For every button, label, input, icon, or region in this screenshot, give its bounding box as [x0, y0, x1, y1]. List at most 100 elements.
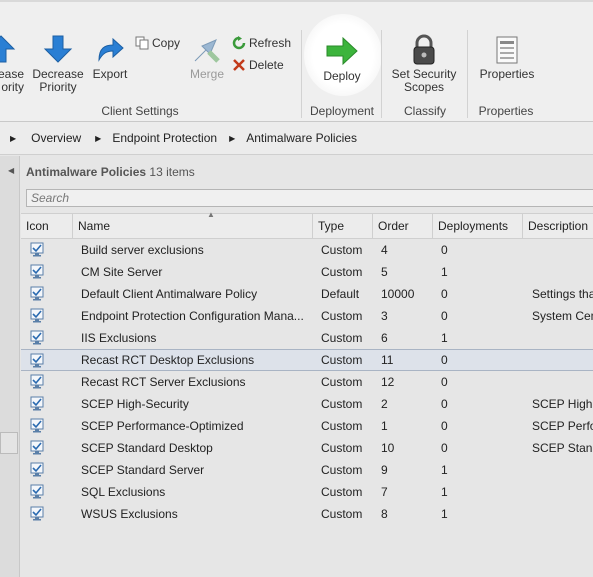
cell-type: Custom [321, 397, 363, 411]
breadcrumb-item-endpoint-protection[interactable]: ▶ Endpoint Protection [95, 131, 217, 145]
properties-label: Properties [479, 67, 535, 81]
cell-type: Custom [321, 243, 363, 257]
breadcrumb-item-antimalware-policies[interactable]: ▶ Antimalware Policies [229, 131, 357, 145]
pane-tab[interactable] [0, 432, 18, 454]
table-row[interactable]: Recast RCT Server Exclusions Custom 12 0 [21, 371, 593, 393]
collapse-pane-icon[interactable]: ◀ [8, 166, 14, 175]
policy-check-icon [30, 264, 44, 279]
breadcrumb-item-overview[interactable]: Overview [31, 131, 81, 145]
column-header-name[interactable]: Name [73, 214, 313, 238]
cell-name: CM Site Server [81, 265, 163, 279]
cell-order: 9 [381, 463, 388, 477]
cell-deployments: 0 [441, 287, 448, 301]
policy-grid: ▲ Icon Name Type Order Deployments Descr… [21, 210, 593, 525]
table-row[interactable]: Build server exclusions Custom 4 0 [21, 239, 593, 261]
table-row[interactable]: Recast RCT Desktop Exclusions Custom 11 0 [21, 349, 593, 371]
delete-label: Delete [249, 58, 284, 72]
table-row[interactable]: Default Client Antimalware Policy Default… [21, 283, 593, 305]
cell-type: Custom [321, 375, 363, 389]
cell-order: 8 [381, 507, 388, 521]
refresh-button[interactable]: Refresh [232, 36, 291, 50]
table-row[interactable]: WSUS Exclusions Custom 8 1 [21, 503, 593, 525]
cell-description [532, 239, 593, 261]
column-header-deployments[interactable]: Deployments [433, 214, 523, 238]
cell-deployments: 1 [441, 265, 448, 279]
policy-check-icon [30, 396, 44, 411]
cell-order: 12 [381, 375, 395, 389]
chevron-right-icon: ▶ [229, 133, 236, 143]
cell-order: 10 [381, 441, 395, 455]
cell-deployments: 0 [441, 243, 448, 257]
column-header-order[interactable]: Order [373, 214, 433, 238]
cell-deployments: 1 [441, 331, 448, 345]
down-arrow-icon [43, 35, 73, 63]
cell-type: Custom [321, 309, 363, 323]
grid-header: ▲ Icon Name Type Order Deployments Descr… [21, 210, 593, 239]
cell-name: Recast RCT Server Exclusions [81, 375, 246, 389]
cell-description [532, 261, 593, 283]
cell-name: IIS Exclusions [81, 331, 157, 345]
cell-order: 4 [381, 243, 388, 257]
breadcrumb-label: Overview [31, 131, 82, 145]
search-input[interactable]: Search [26, 189, 593, 207]
cell-name: Build server exclusions [81, 243, 204, 257]
grid-body: Build server exclusions Custom 4 0 CM Site S… [21, 239, 593, 525]
policy-check-icon [30, 462, 44, 477]
properties-sheet-icon [496, 36, 518, 64]
refresh-icon [232, 36, 246, 50]
table-row[interactable]: SQL Exclusions Custom 7 1 [21, 481, 593, 503]
merge-button[interactable]: Merge [187, 36, 227, 81]
chevron-right-icon: ▶ [95, 133, 102, 143]
ribbon: ease ority Decrease Priority Export Copy… [0, 0, 593, 122]
cell-description [532, 371, 593, 393]
cell-order: 2 [381, 397, 388, 411]
cell-deployments: 0 [441, 375, 448, 389]
merge-label: Merge [189, 67, 224, 81]
cell-order: 1 [381, 419, 388, 433]
cell-description [532, 350, 593, 372]
group-label-classify: Classify [403, 104, 446, 118]
cell-order: 7 [381, 485, 388, 499]
table-row[interactable]: SCEP Performance-Optimized Custom 1 0 SCEP P… [21, 415, 593, 437]
policy-check-icon [30, 308, 44, 323]
cell-type: Custom [321, 353, 363, 367]
cell-order: 10000 [381, 287, 415, 301]
export-button[interactable]: Export [90, 36, 130, 81]
delete-button[interactable]: Delete [232, 58, 284, 72]
cell-name: Default Client Antimalware Policy [81, 287, 258, 301]
column-header-type[interactable]: Type [313, 214, 373, 238]
cell-deployments: 0 [441, 309, 448, 323]
set-security-scopes-button[interactable]: Set Security Scopes [388, 34, 460, 94]
table-row[interactable]: SCEP Standard Desktop Custom 10 0 SCEP Stand… [21, 437, 593, 459]
deploy-arrow-icon [326, 36, 358, 66]
cell-deployments: 0 [441, 397, 448, 411]
table-row[interactable]: IIS Exclusions Custom 6 1 [21, 327, 593, 349]
breadcrumb-root[interactable]: ▶ [10, 134, 27, 143]
cell-type: Custom [321, 485, 363, 499]
breadcrumb: ▶ Overview ▶ Endpoint Protection ▶ Antimal… [0, 122, 593, 155]
cell-type: Custom [321, 331, 363, 345]
copy-icon [135, 36, 149, 50]
cell-deployments: 1 [441, 463, 448, 477]
table-row[interactable]: Endpoint Protection Configuration Mana..… [21, 305, 593, 327]
breadcrumb-label: Antimalware Policies [246, 131, 357, 145]
cell-description [532, 327, 593, 349]
chevron-right-icon: ▶ [10, 133, 17, 143]
group-label-properties: Properties [478, 104, 534, 118]
increase-priority-button[interactable]: ease ority [0, 34, 24, 94]
column-header-description[interactable]: Description [523, 214, 593, 238]
table-row[interactable]: SCEP High-Security Custom 2 0 SCEP High- [21, 393, 593, 415]
decrease-priority-button[interactable]: Decrease Priority [30, 34, 86, 94]
cell-name: SCEP Standard Desktop [81, 441, 213, 455]
deploy-button[interactable]: Deploy [318, 36, 366, 83]
cell-description: SCEP Perfor [532, 419, 593, 433]
copy-button[interactable]: Copy [135, 36, 180, 50]
table-row[interactable]: SCEP Standard Server Custom 9 1 [21, 459, 593, 481]
table-row[interactable]: CM Site Server Custom 5 1 [21, 261, 593, 283]
policy-check-icon [30, 506, 44, 521]
deploy-label: Deploy [323, 69, 361, 83]
properties-button[interactable]: Properties [476, 36, 538, 81]
policy-check-icon [30, 353, 44, 368]
list-header: Antimalware Policies 13 items [26, 165, 195, 179]
column-header-icon[interactable]: Icon [21, 214, 73, 238]
